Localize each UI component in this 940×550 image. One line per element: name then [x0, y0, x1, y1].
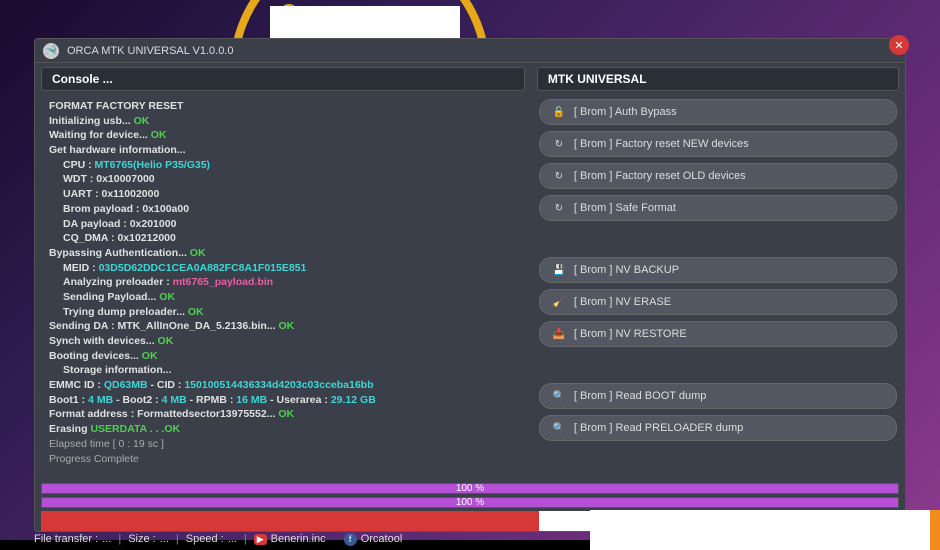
console-line: Sending DA : MTK_AllInOne_DA_5.2136.bin.…	[49, 319, 517, 334]
console-line: Erasing USERDATA . . .OK	[49, 422, 517, 437]
console-line: Storage information...	[49, 363, 517, 378]
action-label: [ Brom ] Read PRELOADER dump	[574, 422, 743, 434]
console-line: MEID : 03D5D62DDC1CEA0A882FC8A1F015E851	[49, 261, 517, 276]
console-line: Analyzing preloader : mt6765_payload.bin	[49, 275, 517, 290]
console-line: Synch with devices... OK	[49, 334, 517, 349]
titlebar: 🐋 ORCA MTK UNIVERSAL V1.0.0.0	[35, 39, 905, 63]
action-button[interactable]: 🔍 [ Brom ] Read PRELOADER dump	[539, 415, 897, 441]
console-line: Boot1 : 4 MB - Boot2 : 4 MB - RPMB : 16 …	[49, 393, 517, 408]
file-transfer-label: File transfer :	[34, 533, 98, 545]
console-line: Brom payload : 0x100a00	[49, 202, 517, 217]
close-button[interactable]: ✕	[889, 35, 909, 55]
speed-value: ...	[228, 533, 237, 545]
facebook-icon[interactable]: f	[344, 533, 357, 546]
action-icon: 📥	[552, 327, 566, 341]
action-list: 🔓 [ Brom ] Auth Bypass ↻ [ Brom ] Factory r…	[537, 95, 899, 473]
progress-area: 100 % 100 %	[41, 483, 899, 511]
console-line: EMMC ID : QD63MB - CID : 150100514436334…	[49, 378, 517, 393]
console-line: UART : 0x11002000	[49, 187, 517, 202]
console-line: FORMAT FACTORY RESET	[49, 99, 517, 114]
action-label: [ Brom ] NV BACKUP	[574, 264, 679, 276]
action-label: [ Brom ] Safe Format	[574, 202, 676, 214]
action-label: [ Brom ] Factory reset OLD devices	[574, 170, 746, 182]
console-line: Initializing usb... OK	[49, 114, 517, 129]
console-line: Get hardware information...	[49, 143, 517, 158]
file-transfer-value: ...	[102, 533, 111, 545]
action-button[interactable]: ↻ [ Brom ] Factory reset OLD devices	[539, 163, 897, 189]
action-label: [ Brom ] NV RESTORE	[574, 328, 687, 340]
action-icon: ↻	[552, 201, 566, 215]
size-value: ...	[160, 533, 169, 545]
progress-bar-2: 100 %	[41, 497, 899, 508]
window-title: ORCA MTK UNIVERSAL V1.0.0.0	[67, 45, 233, 57]
action-label: [ Brom ] Factory reset NEW devices	[574, 138, 749, 150]
action-button[interactable]: 📥 [ Brom ] NV RESTORE	[539, 321, 897, 347]
console-line: DA payload : 0x201000	[49, 217, 517, 232]
action-button[interactable]: 💾 [ Brom ] NV BACKUP	[539, 257, 897, 283]
action-button[interactable]: ↻ [ Brom ] Safe Format	[539, 195, 897, 221]
app-logo-icon: 🐋	[43, 43, 59, 59]
action-icon: 🧹	[552, 295, 566, 309]
console-line: Format address : Formattedsector13975552…	[49, 407, 517, 422]
console-line: Bypassing Authentication... OK	[49, 246, 517, 261]
console-line: Trying dump preloader... OK	[49, 305, 517, 320]
console-line: Elapsed time [ 0 : 19 sc ]	[49, 437, 517, 452]
console-header: Console ...	[41, 67, 525, 91]
action-button[interactable]: ↻ [ Brom ] Factory reset NEW devices	[539, 131, 897, 157]
console-line: CPU : MT6765(Helio P35/G35)	[49, 158, 517, 173]
console-line: WDT : 0x10007000	[49, 172, 517, 187]
console-log: FORMAT FACTORY RESETInitializing usb... …	[41, 95, 525, 473]
action-label: [ Brom ] NV ERASE	[574, 296, 671, 308]
facebook-link[interactable]: Orcatool	[361, 533, 403, 545]
white-overlay-block-2	[590, 510, 940, 550]
size-label: Size :	[128, 533, 156, 545]
youtube-link[interactable]: Benerin.inc	[271, 533, 326, 545]
console-line: Sending Payload... OK	[49, 290, 517, 305]
action-icon: 🔓	[552, 105, 566, 119]
youtube-icon[interactable]: ▶	[254, 534, 267, 545]
console-line: Booting devices... OK	[49, 349, 517, 364]
progress-bar-1: 100 %	[41, 483, 899, 494]
console-line: CQ_DMA : 0x10212000	[49, 231, 517, 246]
action-button[interactable]: 🧹 [ Brom ] NV ERASE	[539, 289, 897, 315]
action-button[interactable]: 🔍 [ Brom ] Read BOOT dump	[539, 383, 897, 409]
action-icon: 🔍	[552, 389, 566, 403]
action-button[interactable]: 🔓 [ Brom ] Auth Bypass	[539, 99, 897, 125]
console-line: Progress Complete	[49, 452, 517, 467]
orange-strip	[930, 510, 940, 550]
speed-label: Speed :	[186, 533, 224, 545]
actions-header: MTK UNIVERSAL	[537, 67, 899, 91]
main-window: 🐋 ORCA MTK UNIVERSAL V1.0.0.0 ✕ Console …	[34, 38, 906, 532]
action-label: [ Brom ] Read BOOT dump	[574, 390, 706, 402]
action-icon: 🔍	[552, 421, 566, 435]
action-icon: ↻	[552, 137, 566, 151]
action-icon: 💾	[552, 263, 566, 277]
action-label: [ Brom ] Auth Bypass	[574, 106, 677, 118]
console-line: Waiting for device... OK	[49, 128, 517, 143]
action-icon: ↻	[552, 169, 566, 183]
